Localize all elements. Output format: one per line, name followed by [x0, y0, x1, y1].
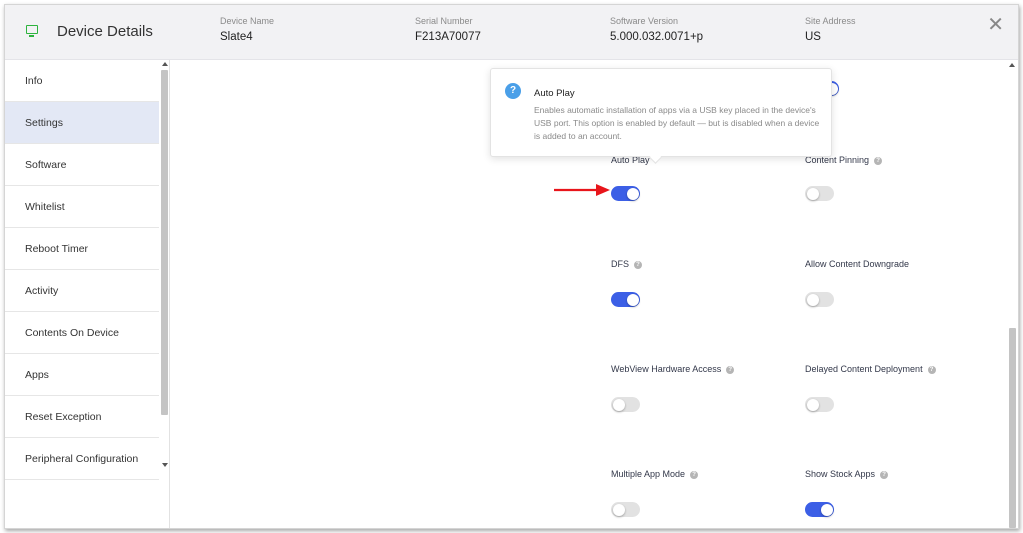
site-address-label: Site Address — [805, 16, 856, 26]
sidebar-item-label: Info — [25, 75, 43, 87]
help-icon[interactable]: ? — [927, 366, 936, 374]
tooltip-title: Auto Play — [534, 88, 575, 99]
device-name-value: Slate4 — [220, 31, 253, 43]
device-name-label: Device Name — [220, 16, 275, 26]
close-icon[interactable]: ✕ — [987, 15, 1004, 35]
content-pinning-toggle[interactable] — [805, 186, 834, 201]
help-icon[interactable]: ? — [880, 471, 889, 479]
site-address-field: Site Address US — [805, 16, 856, 43]
tooltip-arrow — [649, 151, 662, 164]
sidebar-item-settings[interactable]: Settings — [5, 102, 159, 144]
help-icon[interactable]: ? — [690, 471, 699, 479]
main-scrollbar[interactable] — [1006, 60, 1018, 528]
toggle-knob — [626, 293, 639, 306]
settings-panel: Auto Play Content Pinning? DFS? Allow Co… — [170, 60, 1005, 528]
sidebar: Info Settings Software Whitelist Reboot … — [5, 60, 170, 528]
webview-hardware-access-label: WebView Hardware Access? — [611, 364, 735, 374]
help-icon[interactable]: ? — [726, 366, 735, 374]
webview-hardware-access-toggle[interactable] — [611, 397, 640, 412]
sidebar-item-software[interactable]: Software — [5, 144, 159, 186]
auto-play-tooltip: ? Auto Play Enables automatic installati… — [490, 68, 832, 164]
main-scrollbar-thumb[interactable] — [1009, 328, 1016, 528]
sidebar-item-info[interactable]: Info — [5, 60, 159, 102]
sidebar-item-reset-exception[interactable]: Reset Exception — [5, 396, 159, 438]
device-name-field: Device Name Slate4 — [220, 16, 274, 43]
scroll-up-arrow-icon[interactable] — [162, 62, 168, 66]
sidebar-item-contents-on-device[interactable]: Contents On Device — [5, 312, 159, 354]
sidebar-item-peripheral-configuration[interactable]: Peripheral Configuration — [5, 438, 159, 480]
help-icon[interactable]: ? — [874, 157, 883, 165]
help-icon[interactable]: ? — [634, 261, 642, 269]
toggle-knob — [820, 503, 833, 516]
software-version-label: Software Version — [610, 16, 679, 26]
tooltip-text: Enables automatic installation of apps v… — [534, 105, 820, 141]
serial-number-value: F213A70077 — [415, 31, 481, 43]
device-details-panel: Device Details Device Name Slate4 Serial… — [4, 4, 1019, 529]
toggle-knob — [806, 293, 819, 306]
red-arrow-icon — [554, 184, 610, 196]
site-address-value: US — [805, 31, 821, 43]
sidebar-item-label: Contents On Device — [25, 327, 119, 339]
multiple-app-mode-toggle[interactable] — [611, 502, 640, 517]
toggle-knob — [612, 503, 625, 516]
sidebar-item-label: Reboot Timer — [25, 243, 89, 255]
page-title: Device Details — [57, 23, 153, 40]
delayed-content-deployment-toggle[interactable] — [805, 397, 834, 412]
show-stock-apps-label: Show Stock Apps? — [805, 469, 889, 479]
scroll-up-arrow-icon[interactable] — [1009, 63, 1015, 67]
serial-number-field: Serial Number F213A70077 — [415, 16, 481, 43]
serial-number-label: Serial Number — [415, 16, 473, 26]
multiple-app-mode-label: Multiple App Mode? — [611, 469, 699, 479]
toggle-knob — [612, 398, 625, 411]
sidebar-item-activity[interactable]: Activity — [5, 270, 159, 312]
sidebar-scrollbar[interactable] — [160, 60, 169, 472]
sidebar-item-label: Activity — [25, 285, 59, 297]
software-version-value: 5.000.032.0071+p — [610, 31, 704, 43]
toggle-knob — [806, 187, 819, 200]
sidebar-item-label: Software — [25, 159, 67, 171]
sidebar-scrollbar-thumb[interactable] — [161, 70, 168, 415]
allow-content-downgrade-toggle[interactable] — [805, 292, 834, 307]
monitor-icon — [26, 25, 38, 37]
software-version-field: Software Version 5.000.032.0071+p — [610, 16, 703, 43]
sidebar-item-label: Settings — [25, 117, 63, 129]
toggle-knob — [806, 398, 819, 411]
question-icon: ? — [505, 83, 521, 99]
show-stock-apps-toggle[interactable] — [805, 502, 834, 517]
sidebar-item-label: Apps — [25, 369, 49, 381]
sidebar-item-apps[interactable]: Apps — [5, 354, 159, 396]
sidebar-item-label: Peripheral Configuration — [25, 453, 139, 465]
dfs-toggle[interactable] — [611, 292, 640, 307]
scroll-down-arrow-icon[interactable] — [162, 463, 168, 467]
delayed-content-deployment-label: Delayed Content Deployment? — [805, 364, 936, 374]
auto-play-toggle[interactable] — [611, 186, 640, 201]
toggle-knob — [626, 187, 639, 200]
sidebar-item-whitelist[interactable]: Whitelist — [5, 186, 159, 228]
sidebar-item-label: Whitelist — [25, 201, 65, 213]
sidebar-item-label: Reset Exception — [25, 411, 102, 423]
allow-content-downgrade-label: Allow Content Downgrade — [805, 259, 910, 269]
sidebar-item-reboot-timer[interactable]: Reboot Timer — [5, 228, 159, 270]
header: Device Details Device Name Slate4 Serial… — [5, 5, 1018, 60]
dfs-label: DFS? — [611, 259, 642, 269]
